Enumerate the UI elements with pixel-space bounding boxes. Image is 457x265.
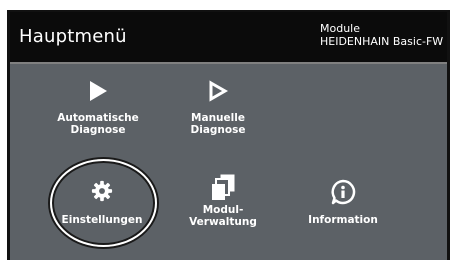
manual-diagnosis-button[interactable]: Manuelle Diagnose	[168, 80, 268, 136]
module-stack-icon	[212, 174, 235, 200]
information-button[interactable]: Information	[293, 179, 393, 226]
page-title: Hauptmenü	[19, 26, 127, 47]
main-menu-screen: Hauptmenü Module HEIDENHAIN Basic-FW Aut…	[7, 10, 450, 260]
settings-button[interactable]: Einstellungen	[52, 180, 152, 226]
play-outline-icon	[209, 80, 229, 102]
automatic-diagnosis-label: Automatische Diagnose	[57, 112, 139, 136]
info-icon	[331, 179, 356, 205]
settings-label: Einstellungen	[61, 214, 143, 226]
automatic-diagnosis-button[interactable]: Automatische Diagnose	[48, 80, 148, 136]
module-label: Module	[320, 22, 360, 35]
information-label: Information	[308, 214, 378, 226]
manual-diagnosis-label: Manuelle Diagnose	[190, 112, 246, 136]
gear-icon	[91, 180, 113, 202]
module-management-button[interactable]: Modul- Verwaltung	[173, 174, 273, 228]
play-filled-icon	[90, 81, 107, 101]
header-bar: Hauptmenü Module HEIDENHAIN Basic-FW	[10, 12, 447, 64]
module-management-label: Modul- Verwaltung	[189, 204, 257, 228]
module-info: Module HEIDENHAIN Basic-FW	[320, 22, 443, 48]
module-name: HEIDENHAIN Basic-FW	[320, 35, 444, 48]
